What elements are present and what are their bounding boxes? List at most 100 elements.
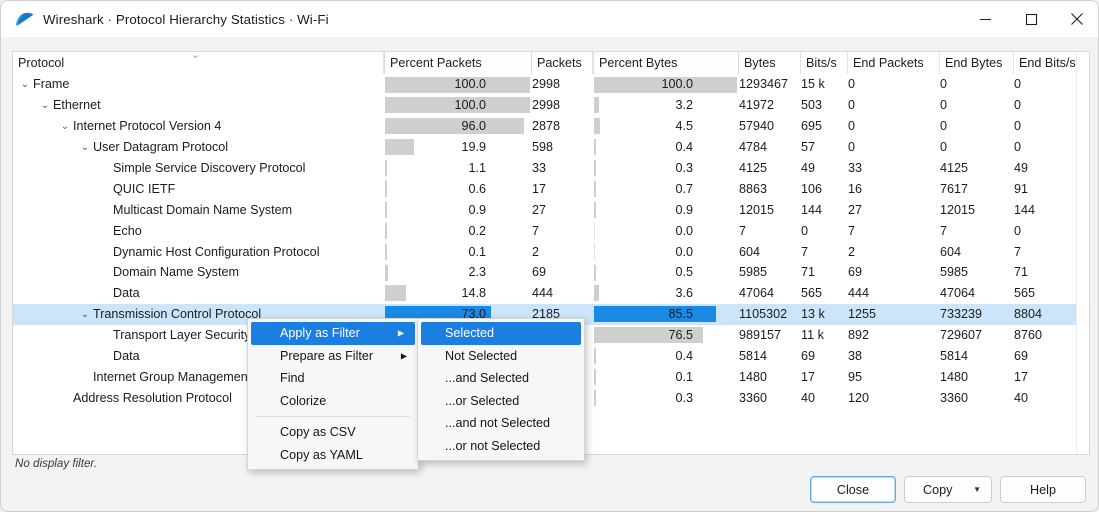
- protocol-name-cell: Echo: [13, 220, 384, 241]
- cell-percent-bytes: 0.4: [593, 137, 739, 158]
- context-menu[interactable]: Apply as Filter ▶ Prepare as Filter ▶ Find Co…: [247, 318, 419, 470]
- menu-item-label: Prepare as Filter: [280, 348, 374, 363]
- cell-percent-bytes: 0.3: [593, 158, 739, 179]
- menu-item-colorize[interactable]: Colorize: [248, 390, 418, 413]
- chevron-down-icon[interactable]: ⌄: [77, 142, 93, 153]
- submenu-item-or-selected[interactable]: ...or Selected: [418, 390, 584, 413]
- minimize-button[interactable]: [962, 1, 1008, 37]
- chevron-down-icon: ▼: [973, 485, 981, 494]
- cell-percent-packets: 19.9: [384, 137, 532, 158]
- chevron-right-icon: ▶: [400, 351, 407, 361]
- protocol-label: Transport Layer Security: [113, 328, 251, 343]
- cell-end-bytes: 0: [940, 140, 948, 155]
- protocol-name-cell: ⌄ User Datagram Protocol: [13, 137, 384, 158]
- table-row[interactable]: Dynamic Host Configuration Protocol 0.1 2 0…: [13, 241, 1089, 262]
- percent-value: 1.1: [468, 161, 486, 175]
- percent-value: 0.1: [468, 244, 486, 259]
- close-dialog-button[interactable]: Close: [810, 476, 896, 503]
- submenu-item-label: Selected: [445, 326, 495, 341]
- apply-as-filter-submenu[interactable]: Selected Not Selected ...and Selected ...or…: [417, 318, 585, 461]
- chevron-right-icon: ▶: [397, 328, 404, 338]
- table-header-row: Protocol Percent Packets Packets Percent By…: [13, 52, 1089, 75]
- column-header-percent-packets[interactable]: Percent Packets: [384, 52, 532, 75]
- cell-percent-packets: 100.0: [384, 74, 532, 95]
- protocol-name-cell: Multicast Domain Name System: [13, 199, 384, 220]
- cell-end-bits-s: 0: [1014, 77, 1022, 92]
- table-row[interactable]: Data 14.8 444 3.6 47064 565 444 47064 565: [13, 283, 1089, 304]
- copy-button[interactable]: Copy ▼: [904, 476, 992, 503]
- cell-end-packets: 0: [848, 98, 856, 113]
- percent-value: 100.0: [661, 77, 693, 92]
- cell-bits-s: 57: [801, 140, 816, 155]
- cell-packets: 2998: [532, 77, 561, 92]
- percent-value: 3.2: [675, 98, 693, 113]
- menu-item-copy-as-yaml[interactable]: Copy as YAML: [248, 444, 418, 467]
- vertical-scrollbar-gutter[interactable]: [1076, 52, 1089, 454]
- maximize-button[interactable]: [1008, 1, 1054, 37]
- column-header-percent-bytes[interactable]: Percent Bytes: [593, 52, 739, 75]
- window-controls: [962, 1, 1098, 37]
- percent-value: 85.5: [668, 307, 693, 322]
- protocol-label: Domain Name System: [113, 265, 239, 280]
- cell-bytes: 57940: [739, 119, 775, 134]
- cell-end-bits-s: 565: [1014, 286, 1036, 301]
- cell-end-bytes: 5814: [940, 349, 969, 364]
- menu-item-prepare-as-filter[interactable]: Prepare as Filter ▶: [248, 345, 418, 368]
- cell-percent-bytes: 0.3: [593, 387, 739, 408]
- cell-percent-packets: 14.8: [384, 283, 532, 304]
- cell-bytes: 4784: [739, 140, 768, 155]
- protocol-name-cell: Simple Service Discovery Protocol: [13, 158, 384, 179]
- menu-item-label: Apply as Filter: [280, 326, 360, 341]
- cell-end-packets: 120: [848, 390, 870, 405]
- submenu-item-or-not-selected[interactable]: ...or not Selected: [418, 435, 584, 458]
- chevron-down-icon[interactable]: ⌄: [77, 309, 93, 320]
- cell-end-packets: 16: [848, 181, 863, 196]
- column-header-packets[interactable]: Packets: [532, 52, 593, 74]
- column-header-bits-s[interactable]: Bits/s: [801, 52, 848, 74]
- cell-packets: 7: [532, 223, 540, 238]
- submenu-item-selected[interactable]: Selected: [421, 322, 581, 345]
- cell-percent-bytes: 76.5: [593, 325, 739, 346]
- help-button[interactable]: Help: [1000, 476, 1086, 503]
- menu-item-label: Copy as YAML: [280, 447, 363, 462]
- table-row[interactable]: ⌄ Internet Protocol Version 4 96.0 2878 4.5 5…: [13, 116, 1089, 137]
- close-button[interactable]: [1054, 1, 1098, 37]
- cell-end-bits-s: 69: [1014, 349, 1029, 364]
- cell-percent-packets: 0.1: [384, 241, 532, 262]
- cell-end-bits-s: 71: [1014, 265, 1029, 280]
- table-row[interactable]: ⌄ Ethernet 100.0 2998 3.2 41972 503 0 0 0: [13, 95, 1089, 116]
- cell-end-packets: 0: [848, 140, 856, 155]
- chevron-down-icon[interactable]: ⌄: [57, 121, 73, 132]
- column-header-end-packets[interactable]: End Packets: [848, 52, 940, 74]
- cell-percent-bytes: 0.7: [593, 178, 739, 199]
- chevron-down-icon[interactable]: ⌄: [37, 100, 53, 111]
- cell-end-bytes: 4125: [940, 161, 969, 175]
- table-row[interactable]: Multicast Domain Name System 0.9 27 0.9 1201…: [13, 199, 1089, 220]
- column-header-bytes[interactable]: Bytes: [739, 52, 801, 74]
- submenu-item-and-selected[interactable]: ...and Selected: [418, 367, 584, 390]
- column-header-end-bits-s[interactable]: End Bits/s: [1014, 52, 1078, 74]
- menu-item-apply-as-filter[interactable]: Apply as Filter ▶: [251, 322, 415, 345]
- submenu-item-label: ...or Selected: [445, 393, 520, 408]
- copy-button-label: Copy: [923, 482, 953, 497]
- cell-end-packets: 38: [848, 349, 863, 364]
- table-row[interactable]: ⌄ User Datagram Protocol 19.9 598 0.4 4784 57 0…: [13, 137, 1089, 158]
- cell-end-bytes: 7617: [940, 181, 969, 196]
- cell-bytes: 5814: [739, 349, 768, 364]
- table-row[interactable]: Simple Service Discovery Protocol 1.1 33 0.…: [13, 158, 1089, 179]
- submenu-item-not-selected[interactable]: Not Selected: [418, 345, 584, 368]
- table-row[interactable]: Domain Name System 2.3 69 0.5 5985 71 69 5985 71: [13, 262, 1089, 283]
- menu-item-copy-as-csv[interactable]: Copy as CSV: [248, 421, 418, 444]
- cell-bytes: 4125: [739, 161, 768, 175]
- table-row[interactable]: ⌄ Frame 100.0 2998 100.0 1293467 15 k 0 0 0: [13, 74, 1089, 95]
- cell-packets: 27: [532, 202, 547, 217]
- percent-value: 0.2: [468, 223, 486, 238]
- table-row[interactable]: QUIC IETF 0.6 17 0.7 8863 106 16 7617 91: [13, 178, 1089, 199]
- menu-item-find[interactable]: Find: [248, 367, 418, 390]
- column-header-end-bytes[interactable]: End Bytes: [940, 52, 1014, 74]
- protocol-label: Transmission Control Protocol: [93, 307, 262, 322]
- cell-end-packets: 0: [848, 77, 856, 92]
- submenu-item-and-not-selected[interactable]: ...and not Selected: [418, 412, 584, 435]
- chevron-down-icon[interactable]: ⌄: [17, 79, 33, 90]
- table-row[interactable]: Echo 0.2 7 0.0 7 0 7 7 0: [13, 220, 1089, 241]
